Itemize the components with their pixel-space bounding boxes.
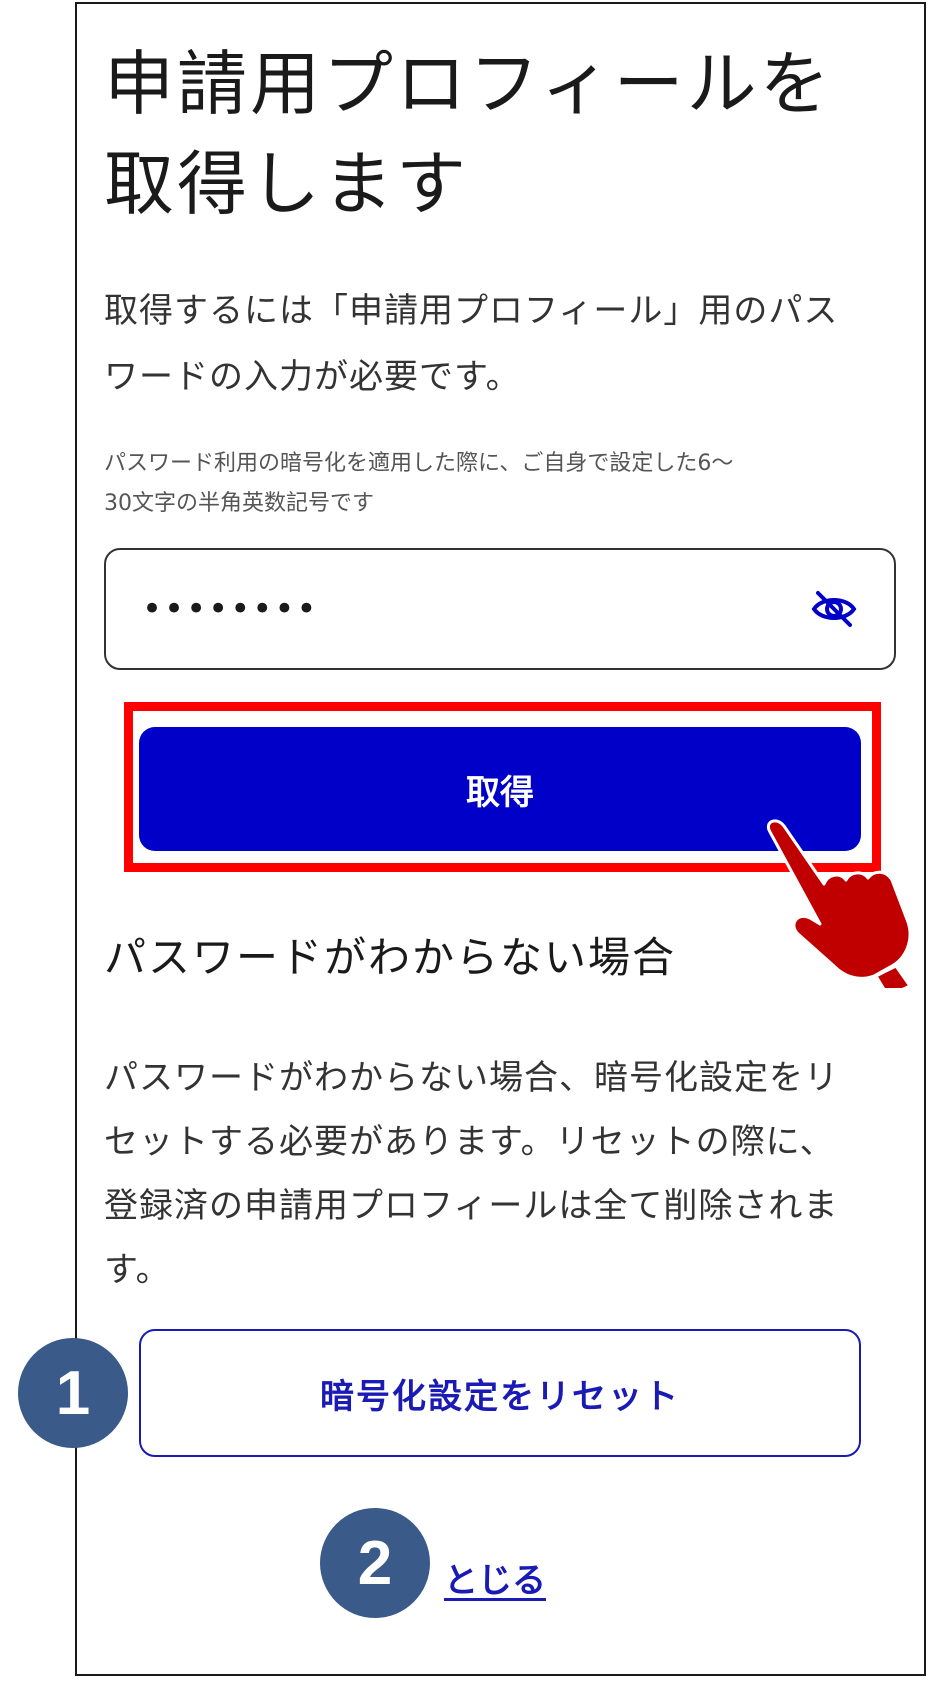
page-title-line-1: 申請用プロフィールを [104, 43, 833, 125]
page-title-line-2: 取得します [104, 143, 469, 225]
callout-marker-2: 2 [320, 1508, 430, 1618]
password-hint-line-2: 30文字の半角英数記号です [104, 491, 374, 516]
forgot-body-line-1: パスワードがわからない場合、暗号化設定をリ [104, 1058, 839, 1098]
eye-slash-icon[interactable] [808, 587, 860, 631]
lead-text: 取得するには「申請用プロフィール」用のパス ワードの入力が必要です。 [104, 278, 904, 410]
forgot-body-line-4: す。 [104, 1250, 171, 1290]
submit-button[interactable]: 取得 [139, 727, 861, 851]
lead-text-line-2: ワードの入力が必要です。 [104, 357, 521, 397]
forgot-body-line-3: 登録済の申請用プロフィールは全て削除されま [104, 1186, 839, 1226]
password-hint: パスワード利用の暗号化を適用した際に、ご自身で設定した6～ 30文字の半角英数記… [104, 444, 904, 524]
password-hint-line-1: パスワード利用の暗号化を適用した際に、ご自身で設定した6～ [104, 451, 734, 476]
lead-text-line-1: 取得するには「申請用プロフィール」用のパス [104, 291, 839, 331]
forgot-body-line-2: セットする必要があります。リセットの際に、 [104, 1122, 835, 1162]
page-title: 申請用プロフィールを 取得します [104, 34, 864, 234]
forgot-password-body: パスワードがわからない場合、暗号化設定をリ セットする必要があります。リセットの… [104, 1046, 904, 1302]
close-link[interactable]: とじる [444, 1553, 546, 1602]
callout-marker-1: 1 [18, 1338, 128, 1448]
forgot-password-heading: パスワードがわからない場合 [104, 933, 677, 982]
password-value: •••••••• [142, 589, 319, 629]
reset-encryption-button[interactable]: 暗号化設定をリセット [139, 1329, 861, 1457]
password-input[interactable]: •••••••• [104, 548, 896, 670]
